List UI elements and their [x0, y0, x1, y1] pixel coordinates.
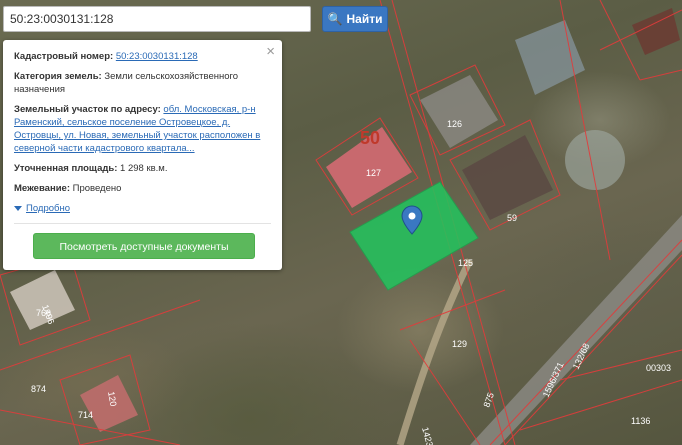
search-button[interactable]: 🔍 Найти [322, 6, 388, 32]
region-label: 50 [360, 128, 380, 148]
building-126 [420, 75, 498, 148]
details-link[interactable]: Подробно [26, 202, 70, 215]
main-road [470, 215, 682, 445]
area-label: Уточненная площадь: [14, 163, 118, 174]
building-59 [462, 135, 553, 220]
building-766 [10, 270, 75, 330]
parcel-label: 127 [366, 168, 381, 178]
selected-parcel[interactable] [349, 181, 479, 291]
parcel-label: 874 [31, 384, 46, 394]
parcel-label: 1423 [420, 426, 435, 445]
address-label: Земельный участок по адресу: [14, 104, 161, 115]
survey-value: Проведено [72, 183, 122, 194]
cadastral-number-row: Кадастровый номер: 50:23:0030131:128 [14, 50, 271, 63]
search-input[interactable] [3, 6, 311, 32]
triangle-down-icon [14, 206, 22, 211]
cadastral-number-link[interactable]: 50:23:0030131:128 [116, 51, 198, 62]
address-row: Земельный участок по адресу: обл. Москов… [14, 103, 271, 155]
divider [14, 223, 271, 224]
land-category-row: Категория земель: Земли сельскохозяйстве… [14, 70, 271, 96]
parcel-label: 59 [507, 213, 517, 223]
search-icon: 🔍 [327, 12, 343, 26]
view-documents-button[interactable]: Посмотреть доступные документы [33, 233, 255, 259]
parcel-label: 126 [447, 119, 462, 129]
parcel-label: 714 [78, 410, 93, 420]
survey-label: Межевание: [14, 183, 70, 194]
area-row: Уточненная площадь: 1 298 кв.м. [14, 162, 271, 175]
close-icon[interactable]: × [266, 44, 275, 59]
land-category-label: Категория земель: [14, 71, 102, 82]
parcel-label: 129 [452, 339, 467, 349]
details-toggle[interactable]: Подробно [14, 202, 271, 215]
playground [515, 20, 585, 95]
parcel-label: 125 [458, 258, 473, 268]
area-value: 1 298 кв.м. [120, 163, 168, 174]
cadastral-number-label: Кадастровый номер: [14, 51, 114, 62]
search-button-label: Найти [346, 12, 383, 26]
survey-row: Межевание: Проведено [14, 182, 271, 195]
parcel-info-popup: × Кадастровый номер: 50:23:0030131:128 К… [3, 40, 282, 270]
building-ne [632, 8, 680, 55]
parcel-label: 1136 [631, 416, 650, 426]
parcel-label: 00303 [646, 363, 671, 373]
